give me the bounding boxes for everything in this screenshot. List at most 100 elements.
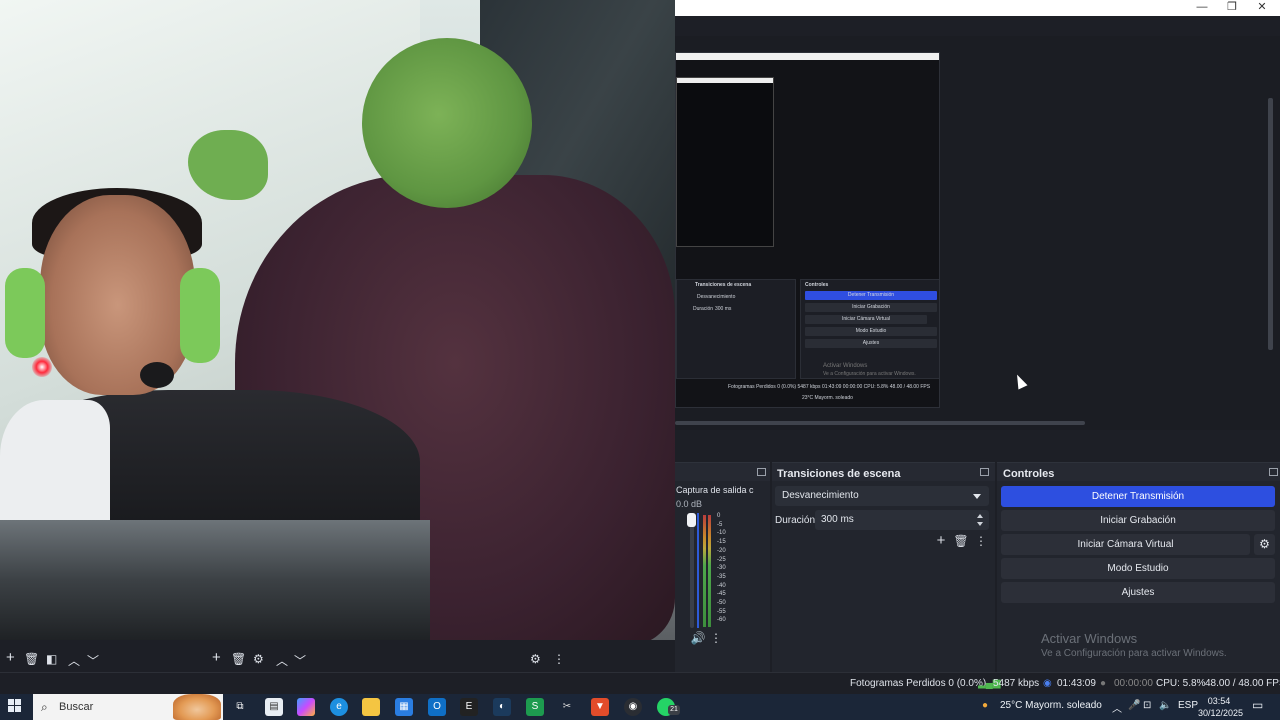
add-source-icon[interactable]: + [212, 649, 221, 666]
notepad-icon[interactable]: ▤ [265, 698, 283, 716]
file-explorer-icon[interactable] [362, 698, 380, 716]
brave-browser-icon[interactable]: ▼ [591, 698, 609, 716]
whatsapp-badge: 21 [668, 705, 680, 715]
microphone-icon[interactable]: 🎤 [1128, 700, 1140, 711]
edge-browser-icon[interactable]: e [330, 698, 348, 716]
move-scene-down-icon[interactable]: ﹀ [87, 652, 99, 669]
headset-right [180, 268, 220, 363]
scenes-sources-toolbar: + 🗑 ◧ ︿ ﹀ + 🗑 ⚙ ︿ ﹀ ⚙ ⋮ [0, 640, 675, 672]
decrement-arrow-icon[interactable] [977, 522, 983, 526]
remove-scene-icon[interactable]: 🗑 [24, 652, 39, 666]
move-source-down-icon[interactable]: ﹀ [294, 652, 306, 669]
keyboard [0, 520, 430, 640]
transition-properties-icon[interactable]: ⋮ [972, 532, 990, 550]
minimize-button[interactable]: — [1188, 0, 1216, 14]
copilot-icon[interactable] [297, 698, 315, 716]
dropped-frames: Fotogramas Perdidos 0 (0.0%) [850, 678, 987, 689]
remove-source-icon[interactable]: 🗑 [231, 652, 246, 666]
epic-games-icon[interactable]: E [460, 698, 478, 716]
status-bar: Fotogramas Perdidos 0 (0.0%) ▂▄▆ 5487 kb… [0, 672, 1280, 694]
studio-mode-button[interactable]: Modo Estudio [1001, 558, 1275, 579]
outlook-icon[interactable]: O [428, 698, 446, 716]
nested-controls-dock: Controles Detener Transmisión Iniciar Gr… [800, 279, 939, 379]
activate-windows-subtitle: Ve a Configuración para activar Windows. [1041, 648, 1227, 659]
volume-slider[interactable] [687, 513, 696, 628]
mixer-db-value: 0.0 dB [676, 499, 703, 509]
search-icon: ⌕ [41, 700, 48, 714]
meter-tick-label: -50 [717, 600, 726, 606]
meter-tick-label: -10 [717, 530, 726, 537]
transition-select[interactable]: Desvanecimiento [775, 486, 989, 506]
volume-icon[interactable]: 🔈 [1159, 700, 1171, 711]
restore-button[interactable]: ❐ [1218, 0, 1246, 14]
record-icon: ● [1100, 678, 1107, 689]
task-view-icon[interactable]: ⧉ [231, 698, 249, 716]
transitions-float-button[interactable] [980, 468, 989, 476]
network-icon[interactable]: ⊡ [1143, 700, 1151, 711]
microsoft-store-icon[interactable]: ▦ [395, 698, 413, 716]
preview-horizontal-scrollbar[interactable] [675, 421, 1085, 425]
capcut-icon[interactable]: ✂ [558, 698, 576, 716]
add-transition-icon[interactable]: + [932, 532, 950, 550]
transitions-dock: Transiciones de escena Desvanecimiento D… [772, 462, 995, 672]
remove-transition-icon[interactable]: 🗑 [952, 532, 970, 550]
mixer-float-button[interactable] [757, 468, 766, 476]
mixer-options-icon[interactable]: ⋮ [553, 652, 565, 666]
source-properties-gear-icon[interactable]: ⚙ [253, 652, 264, 666]
headset-left [5, 268, 45, 358]
transitions-title: Transiciones de escena [777, 468, 901, 480]
stream-icon: ◉ [1043, 678, 1052, 689]
scene-filters-icon[interactable]: ◧ [46, 652, 57, 666]
nested-status: Fotogramas Perdidos 0 (0.0%) 5487 kbps 0… [728, 384, 931, 390]
start-virtual-camera-button[interactable]: Iniciar Cámara Virtual [1001, 534, 1250, 555]
language-indicator[interactable]: ESP [1178, 700, 1198, 711]
mixer-source-label: Captura de salida c [676, 485, 754, 495]
mixer-menu-icon[interactable]: ⋮ [707, 629, 725, 647]
move-source-up-icon[interactable]: ︿ [276, 652, 288, 669]
add-scene-icon[interactable]: + [6, 649, 15, 666]
meter-tick-label: -25 [717, 556, 726, 563]
notifications-icon[interactable]: ▭ [1252, 698, 1263, 712]
audio-mixer-dock: Captura de salida c 0.0 dB 0 -5 -10 -15 -20 -… [675, 462, 770, 672]
settings-button[interactable]: Ajustes [1001, 582, 1275, 603]
activate-windows-title: Activar Windows [1041, 631, 1138, 646]
meter-tick-label: -15 [717, 539, 726, 546]
windows-taskbar: ⌕ Buscar ⧉ ▤ e ▦ O E ◐ S ✂ ▼ ◉ 21 ● 25°C… [0, 694, 1280, 720]
increment-arrow-icon[interactable] [977, 514, 983, 518]
cpu-usage: CPU: 5.8% [1156, 678, 1206, 689]
meter-tick-label: -45 [717, 591, 726, 598]
tray-overflow-chevron-icon[interactable]: ︿ [1112, 700, 1122, 715]
controls-dock: Controles Detener Transmisión Iniciar Gr… [997, 462, 1280, 672]
taskbar-clock[interactable]: 03:54 30/12/2025 [1198, 695, 1243, 719]
audio-advanced-settings-icon[interactable]: ⚙ [530, 652, 541, 666]
webcam-overlay [0, 0, 675, 640]
close-button[interactable]: ✕ [1248, 0, 1276, 14]
start-recording-button[interactable]: Iniciar Grabación [1001, 510, 1275, 531]
steam-icon[interactable]: ◐ [493, 698, 511, 716]
controls-float-button[interactable] [1269, 468, 1278, 476]
stop-streaming-button[interactable]: Detener Transmisión [1001, 486, 1275, 507]
meter-tick-label: -55 [717, 608, 726, 615]
towel [0, 400, 110, 540]
obs-studio-icon[interactable]: ◉ [624, 698, 642, 716]
preview-vertical-scrollbar[interactable] [1268, 98, 1273, 350]
windows-start-icon[interactable] [8, 699, 22, 713]
move-scene-up-icon[interactable]: ︿ [68, 652, 80, 669]
dock-area: Captura de salida c 0.0 dB 0 -5 -10 -15 -20 -… [675, 430, 1280, 672]
meter-tick-label: -40 [717, 582, 726, 589]
duration-spinbox[interactable]: 300 ms [815, 510, 989, 530]
taskbar-search-box[interactable]: ⌕ Buscar [33, 694, 223, 720]
audio-meter-left [703, 515, 706, 627]
doll-figure-head [362, 38, 532, 208]
virtual-camera-settings-gear-icon[interactable]: ⚙ [1254, 534, 1275, 555]
audio-meter-blue [697, 513, 699, 628]
fps-readout: 48.00 / 48.00 FPS [1205, 678, 1280, 689]
mute-speaker-icon[interactable]: 🔊 [689, 629, 707, 647]
weather-text[interactable]: 25°C Mayorm. soleado [1000, 700, 1102, 711]
search-placeholder: Buscar [59, 701, 94, 713]
menu-bar [675, 16, 1280, 36]
nested-tray: 23°C Mayorm. soleado [802, 395, 853, 401]
spreadsheet-app-icon[interactable]: S [526, 698, 544, 716]
chevron-down-icon [973, 494, 981, 499]
nested-transitions-dock: Transiciones de escena Desvanecimiento D… [676, 279, 796, 379]
